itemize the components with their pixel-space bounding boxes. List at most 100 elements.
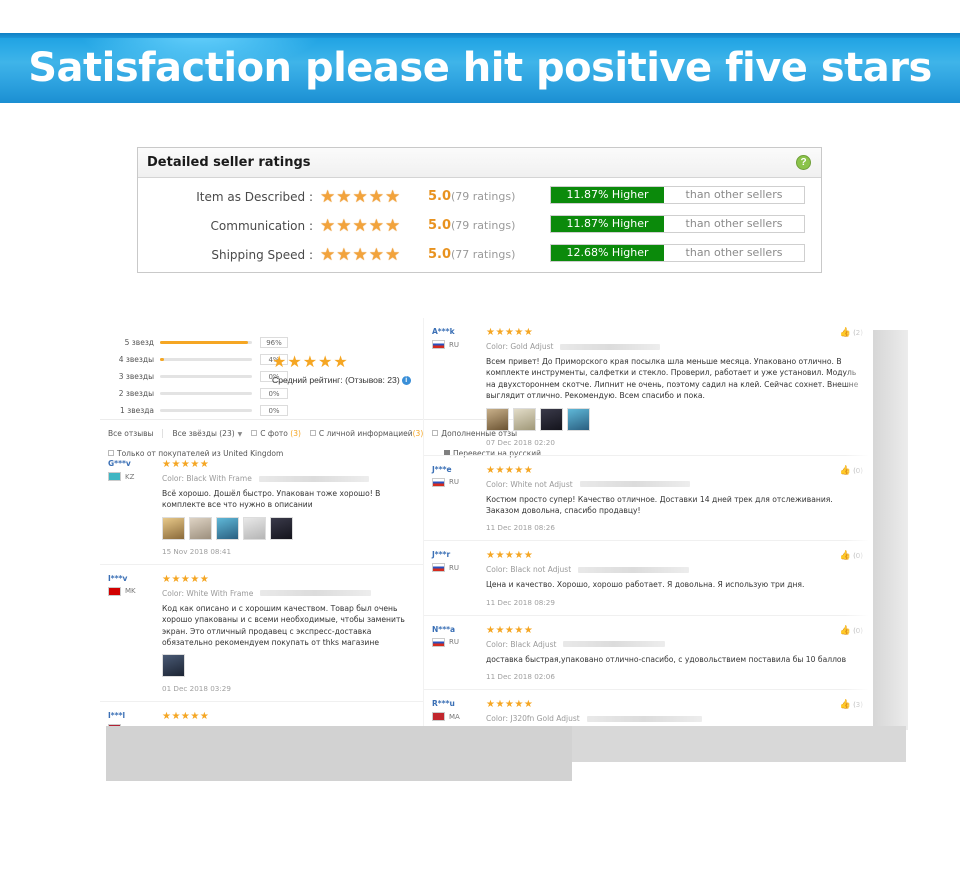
info-icon[interactable]: i bbox=[401, 376, 411, 385]
review-variant-label: Color: Black not Adjust bbox=[486, 565, 572, 575]
review-photo-thumbnail[interactable] bbox=[189, 516, 212, 540]
average-rating-stars: ★★★★★ bbox=[272, 354, 349, 371]
review-user-block: G***v KZ bbox=[100, 459, 162, 556]
dsr-delta-label: 12.68% Higher bbox=[551, 245, 664, 261]
review-photo-thumbnail[interactable] bbox=[270, 516, 293, 540]
review-body: ★★★★★Color: White No FrameИдеальный безу… bbox=[162, 711, 413, 726]
filter-with-photo[interactable]: С фото (3) bbox=[251, 429, 301, 438]
reviewer-name[interactable]: I***l bbox=[108, 711, 162, 720]
histogram-row[interactable]: 2 звезды 0% bbox=[108, 386, 423, 401]
dsr-rating-count: (79 ratings) bbox=[451, 190, 516, 203]
histogram-star-label: 3 звезды bbox=[118, 372, 154, 381]
filter-all-stars-label: Все звёзды (23) bbox=[172, 428, 235, 438]
reviewer-country: MK bbox=[108, 586, 162, 596]
review-helpful-count[interactable]: 👍 (2) bbox=[840, 328, 863, 338]
review-photo-thumbnail[interactable] bbox=[162, 516, 185, 540]
dsr-score: 5.0 bbox=[428, 218, 452, 233]
review-variant-label: Color: Gold Adjust bbox=[486, 342, 554, 351]
dsr-stars: ★★★★★ bbox=[320, 187, 402, 206]
review-item: I***l US ★★★★★Color: White No FrameИдеальн… bbox=[100, 702, 423, 726]
checkbox-with-personal-info[interactable] bbox=[309, 429, 316, 436]
dsr-compare-label: than other sellers bbox=[685, 217, 783, 230]
review-stars: ★★★★★ bbox=[162, 459, 210, 470]
dsr-delta-label: 11.87% Higher bbox=[551, 187, 664, 203]
review-item: R***u MA ★★★★★Color: J320fn Gold AdjustОче… bbox=[424, 690, 873, 726]
dsr-score: 5.0 bbox=[428, 189, 452, 204]
review-text: доставка быстрая,упаковано отлично-спаси… bbox=[486, 654, 847, 664]
reviewer-name[interactable]: J***r bbox=[432, 550, 486, 559]
review-body: ★★★★★Color: J320fn Gold AdjustОчень быст… bbox=[486, 699, 863, 726]
thumbs-up-icon[interactable]: 👍 bbox=[840, 626, 851, 636]
histogram-row[interactable]: 1 звезда 0% bbox=[108, 403, 423, 418]
reviewer-name[interactable]: R***u bbox=[432, 699, 486, 708]
reviewer-name[interactable]: A***k bbox=[432, 327, 486, 336]
country-flag-icon bbox=[432, 712, 445, 722]
review-stars: ★★★★★ bbox=[162, 573, 210, 585]
reviewer-name[interactable]: G***v bbox=[108, 459, 162, 468]
reviewer-name[interactable]: I***v bbox=[108, 574, 162, 583]
filter-all-reviews[interactable]: Все отзывы bbox=[108, 428, 164, 438]
review-item: G***v KZ ★★★★★ Color: Black With Frame Всё х… bbox=[100, 450, 423, 565]
review-text: Всем привет! До Приморского края посылка… bbox=[486, 357, 859, 401]
average-rating-count: (Отзывов: 23) bbox=[345, 375, 400, 385]
redacted-logistics-text bbox=[560, 343, 661, 350]
review-variant-label: Color: Black With Frame bbox=[162, 474, 252, 483]
review-variant-label: Color: White With Frame bbox=[162, 588, 254, 598]
review-variant: Color: Black not Adjust bbox=[486, 565, 863, 574]
thumbs-up-icon[interactable]: 👍 bbox=[840, 551, 851, 561]
review-photo-thumbnail[interactable] bbox=[513, 407, 536, 431]
filter-all-stars-dropdown[interactable]: Все звёзды (23) ▼ bbox=[172, 429, 242, 438]
country-flag-icon bbox=[432, 477, 445, 487]
reviewer-country: KZ bbox=[108, 472, 162, 481]
review-photo-strip bbox=[162, 654, 413, 678]
review-helpful-count[interactable]: 👍 (3) bbox=[840, 700, 863, 710]
review-stars: ★★★★★ bbox=[486, 624, 534, 636]
thumbs-up-icon[interactable]: 👍 bbox=[840, 700, 851, 710]
dsr-comparison-bar: 11.87% Higher than other sellers bbox=[550, 186, 805, 204]
dsr-criterion-label: Item as Described : bbox=[196, 190, 313, 204]
dsr-rating-count: (77 ratings) bbox=[451, 248, 516, 261]
review-helpful-count[interactable]: 👍 (0) bbox=[840, 466, 863, 476]
review-photo-thumbnail[interactable] bbox=[486, 407, 509, 431]
filter-with-photo-label: С фото bbox=[260, 428, 288, 438]
review-helpful-count[interactable]: 👍 (0) bbox=[840, 626, 863, 636]
review-photo-thumbnail[interactable] bbox=[540, 407, 563, 431]
dsr-compare-label: than other sellers bbox=[685, 188, 783, 201]
dsr-row: Communication : ★★★★★ 5.0 (79 ratings) 11.87… bbox=[138, 214, 821, 243]
dsr-criterion-label: Shipping Speed : bbox=[211, 248, 313, 262]
review-variant-label: Color: J320fn Gold Adjust bbox=[486, 714, 580, 724]
country-flag-icon bbox=[432, 637, 445, 647]
reviewer-country: RU bbox=[432, 637, 486, 647]
review-photo-thumbnail[interactable] bbox=[243, 516, 266, 540]
question-mark-icon[interactable]: ? bbox=[796, 155, 811, 170]
reviewer-name[interactable]: N***a bbox=[432, 625, 486, 634]
review-item: J***r RU ★★★★★ Color: Black not Adjust Цена … bbox=[424, 541, 873, 616]
country-code: KZ bbox=[125, 472, 135, 481]
reviewer-country: MA bbox=[432, 712, 486, 722]
review-photo-thumbnail[interactable] bbox=[216, 516, 239, 540]
review-body: ★★★★★ Color: White not Adjust Костюм прост… bbox=[486, 465, 863, 533]
histogram-percent: 96% bbox=[260, 337, 288, 348]
review-photo-thumbnail[interactable] bbox=[567, 407, 590, 431]
review-variant: Color: J320fn Gold Adjust bbox=[486, 714, 863, 723]
review-date: 11 Dec 2018 08:26 bbox=[486, 523, 555, 533]
review-photo-strip bbox=[486, 407, 863, 431]
reviewer-name[interactable]: J***e bbox=[432, 465, 486, 474]
country-code: RU bbox=[449, 563, 459, 572]
country-flag-icon bbox=[432, 563, 445, 573]
histogram-row[interactable]: 5 звезд 96% bbox=[108, 335, 423, 350]
histogram-track bbox=[160, 358, 252, 361]
histogram-fill bbox=[160, 358, 164, 361]
thumbs-up-icon[interactable]: 👍 bbox=[840, 328, 851, 338]
checkbox-with-photo[interactable] bbox=[251, 429, 258, 436]
thumbs-up-icon[interactable]: 👍 bbox=[840, 466, 851, 476]
country-code: MA bbox=[449, 712, 460, 721]
review-photo-strip bbox=[162, 516, 413, 540]
average-rating-label: Средний рейтинг: bbox=[272, 375, 343, 385]
review-photo-thumbnail[interactable] bbox=[162, 654, 185, 678]
country-code: RU bbox=[449, 478, 459, 487]
filter-with-personal-info[interactable]: С личной информацией(3) bbox=[309, 429, 423, 438]
review-body: ★★★★★ Color: White With Frame Код как опис… bbox=[162, 573, 413, 693]
review-helpful-count[interactable]: 👍 (0) bbox=[840, 551, 863, 561]
review-text: Код как описано и с хорошим качеством. Т… bbox=[162, 603, 405, 647]
